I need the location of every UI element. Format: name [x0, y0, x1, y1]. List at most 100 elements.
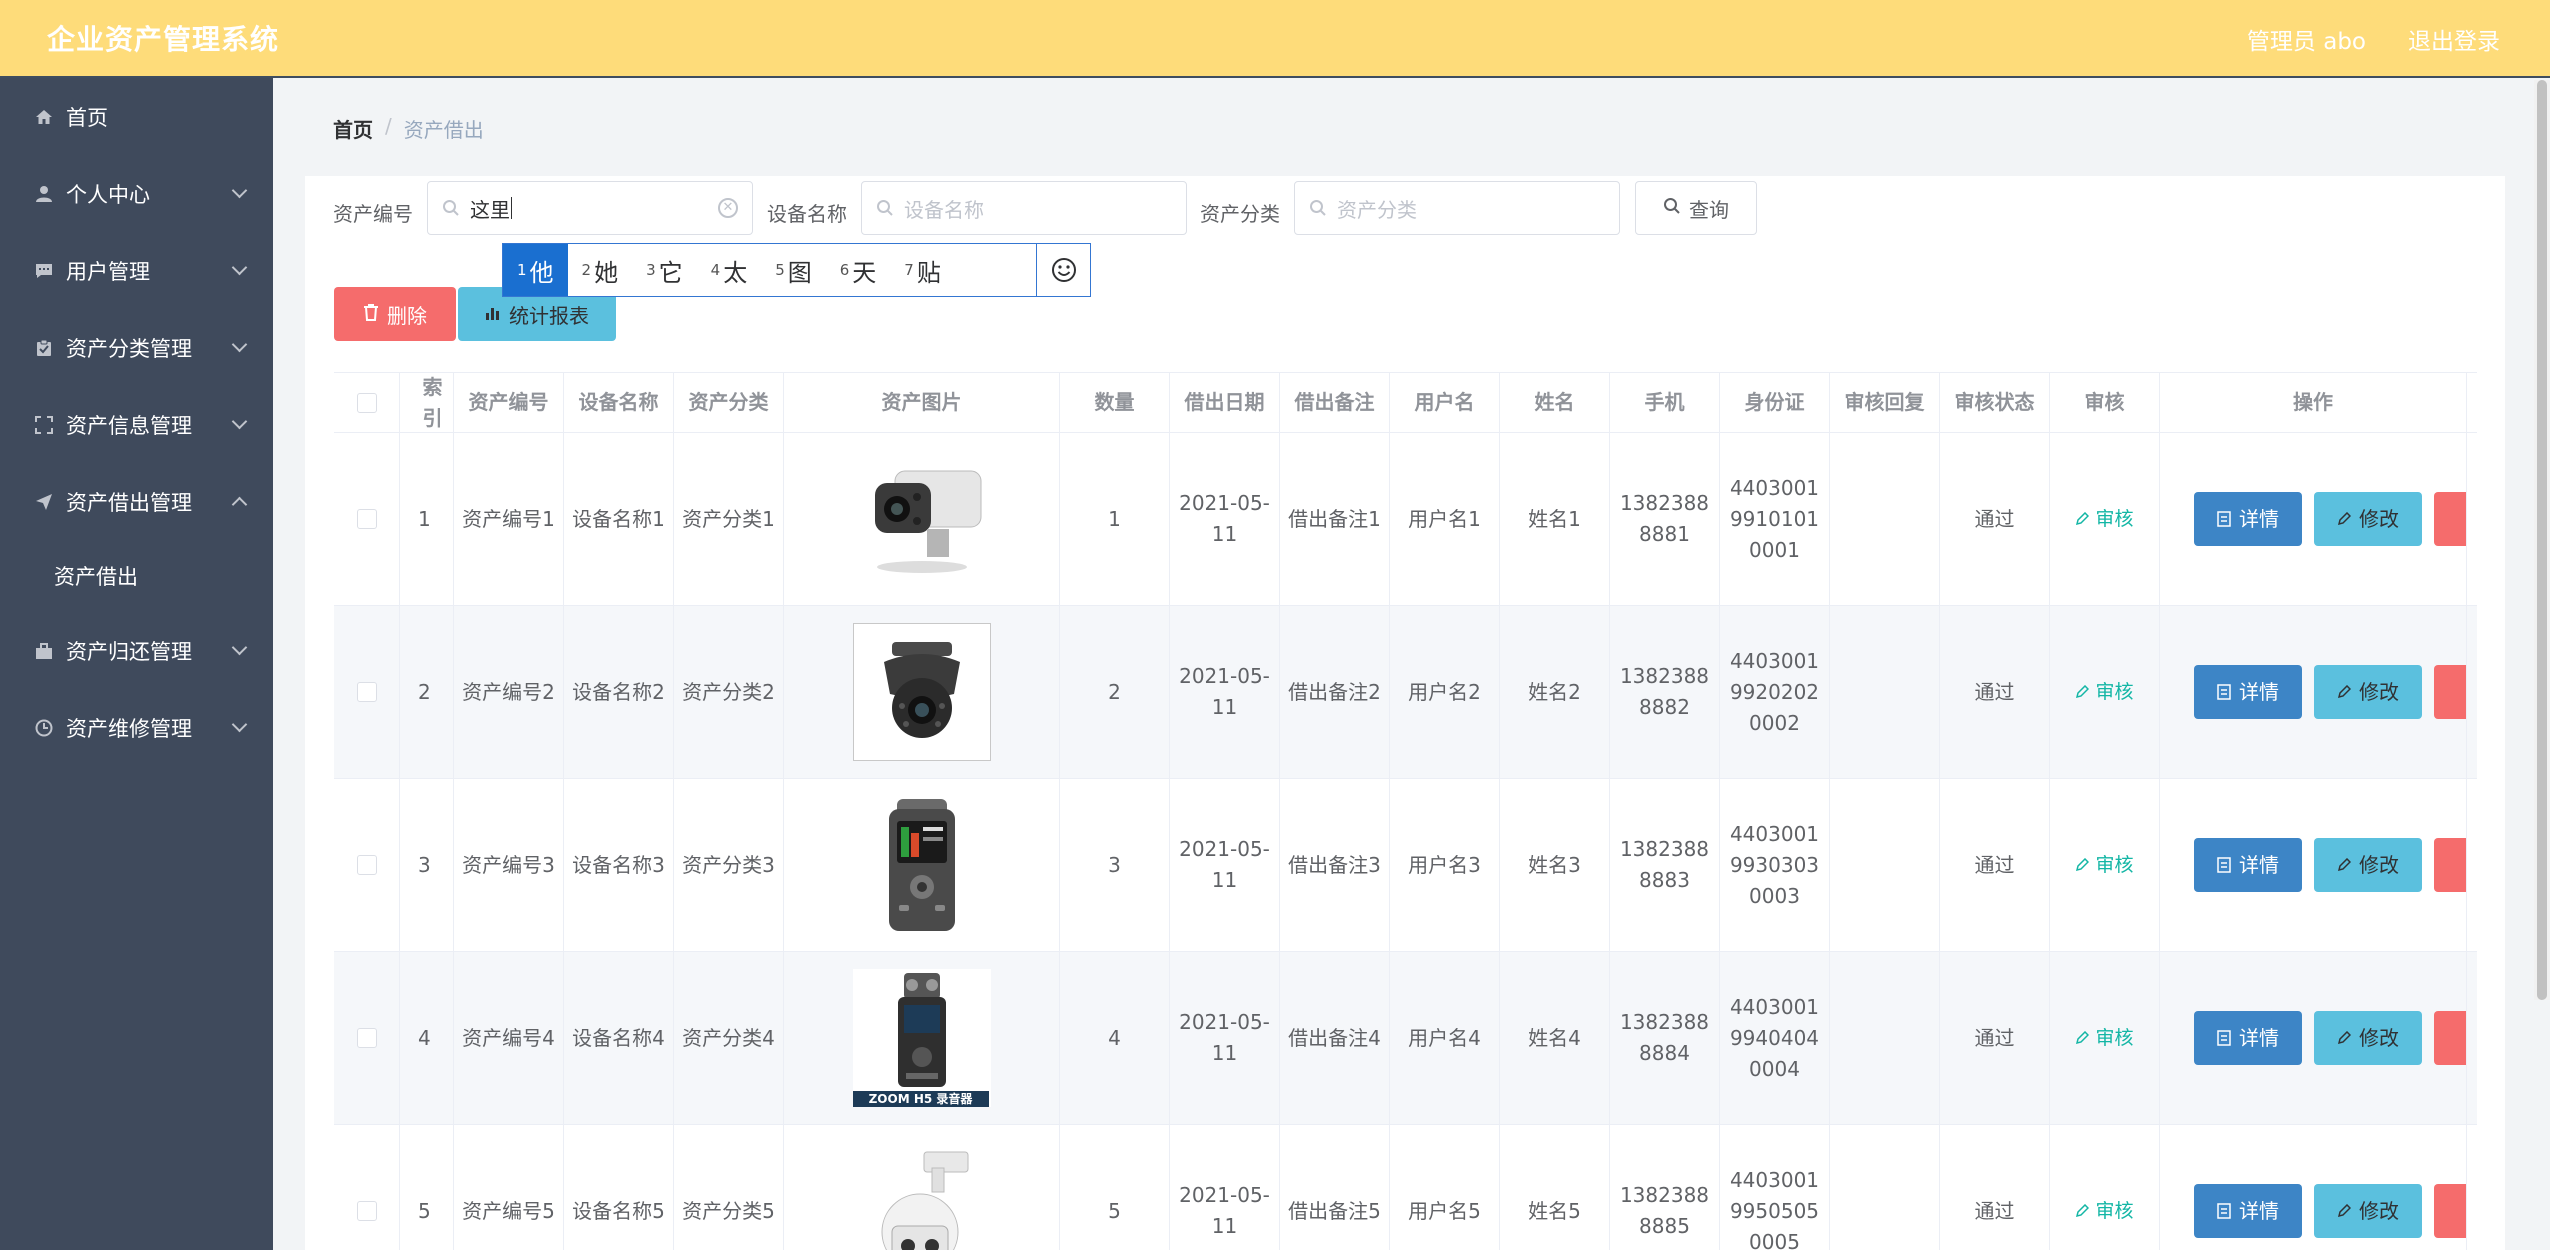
delete-row-button[interactable]: [2434, 838, 2466, 892]
cell-phone: 13823888881: [1610, 433, 1720, 605]
sidebar-item-asset-repair-management[interactable]: 资产维修管理: [0, 689, 273, 766]
logout-link[interactable]: 退出登录: [2408, 22, 2500, 56]
admin-user-label[interactable]: 管理员 abo: [2247, 22, 2366, 56]
edit-button[interactable]: 修改: [2314, 665, 2422, 719]
edit-button[interactable]: 修改: [2314, 1184, 2422, 1238]
zoom-h5-image[interactable]: ZOOM H5 录音器: [852, 969, 991, 1107]
chevron-down-icon: [231, 716, 248, 733]
dome-camera-image[interactable]: [852, 623, 991, 761]
cell-category: 资产分类4: [674, 952, 784, 1124]
ime-candidate[interactable]: 7贴: [890, 244, 955, 296]
cell-asset-image: [784, 779, 1060, 951]
edit-button[interactable]: 修改: [2314, 1011, 2422, 1065]
query-button[interactable]: 查询: [1635, 181, 1757, 235]
scrollbar-thumb[interactable]: [2537, 80, 2547, 1000]
cell-audit-reply: [1830, 952, 1940, 1124]
detail-button[interactable]: 详情: [2194, 492, 2302, 546]
audit-link[interactable]: 审核: [2075, 850, 2134, 881]
sidebar-subitem-asset-lending[interactable]: 资产借出: [0, 540, 273, 612]
cell-lend-note: 借出备注5: [1280, 1125, 1390, 1250]
user-icon: [34, 184, 54, 204]
sidebar-item-user-management[interactable]: 用户管理: [0, 232, 273, 309]
row-select-cell: [334, 433, 400, 605]
ime-candidate[interactable]: 4太: [697, 244, 762, 296]
row-checkbox[interactable]: [356, 682, 377, 702]
sidebar-item-label: 资产归还管理: [66, 639, 192, 664]
delete-row-button[interactable]: [2434, 1011, 2466, 1065]
device-name-input[interactable]: 设备名称: [861, 181, 1187, 235]
sidebar-item-asset-info-management[interactable]: 资产信息管理: [0, 386, 273, 463]
cell-audit: 审核: [2050, 1125, 2160, 1250]
ime-candidate[interactable]: 5图: [761, 244, 826, 296]
bullet-camera-image[interactable]: [853, 450, 991, 588]
table-row: 4 资产编号4 设备名称4 资产分类4 ZOOM H5 录音器 4 2021-0…: [334, 952, 2477, 1125]
query-button-label: 查询: [1689, 197, 1729, 222]
header-quantity: 数量: [1060, 373, 1170, 432]
header-asset-image: 资产图片: [784, 373, 1060, 432]
chevron-down-icon: [231, 182, 248, 199]
delete-row-button[interactable]: [2434, 665, 2466, 719]
device-name-placeholder: 设备名称: [904, 197, 984, 222]
cell-lend-date: 2021-05-11: [1170, 1125, 1280, 1250]
delete-row-button[interactable]: [2434, 492, 2466, 546]
sidebar-item-personal-center[interactable]: 个人中心: [0, 155, 273, 232]
edit-icon: [2076, 858, 2090, 872]
audit-link[interactable]: 审核: [2075, 677, 2134, 708]
emoji-icon[interactable]: [1036, 244, 1090, 296]
sidebar-item-label: 资产分类管理: [66, 336, 192, 361]
ime-candidate[interactable]: 6天: [826, 244, 891, 296]
delete-button[interactable]: 删除: [334, 287, 456, 341]
search-icon: [876, 198, 894, 216]
header-lend-note: 借出备注: [1280, 373, 1390, 432]
edit-button[interactable]: 修改: [2314, 838, 2422, 892]
page-scrollbar[interactable]: [2534, 80, 2550, 1000]
audit-link[interactable]: 审核: [2075, 1196, 2134, 1227]
cell-quantity: 2: [1060, 606, 1170, 778]
category-input[interactable]: 资产分类: [1294, 181, 1620, 235]
sidebar-item-asset-return-management[interactable]: 资产归还管理: [0, 612, 273, 689]
breadcrumb-home[interactable]: 首页: [333, 114, 373, 143]
detail-button[interactable]: 详情: [2194, 1011, 2302, 1065]
chevron-down-icon: [231, 639, 248, 656]
select-all-checkbox[interactable]: [356, 392, 377, 413]
detail-button[interactable]: 详情: [2194, 1184, 2302, 1238]
cell-device-name: 设备名称1: [564, 433, 674, 605]
row-select-cell: [334, 606, 400, 778]
header-device-name: 设备名称: [564, 373, 674, 432]
asset-no-input[interactable]: 这里 ✕: [427, 181, 753, 235]
ime-candidate[interactable]: 2她: [568, 244, 633, 296]
detail-button[interactable]: 详情: [2194, 838, 2302, 892]
sidebar-item-asset-lending-management[interactable]: 资产借出管理: [0, 463, 273, 540]
cell-category: 资产分类2: [674, 606, 784, 778]
audit-link[interactable]: 审核: [2075, 504, 2134, 535]
cell-quantity: 3: [1060, 779, 1170, 951]
delete-row-button[interactable]: [2434, 1184, 2466, 1238]
ime-candidate[interactable]: 3它: [632, 244, 697, 296]
cell-name: 姓名4: [1500, 952, 1610, 1124]
recorder-image[interactable]: [853, 796, 991, 934]
cell-operations: 详情 修改: [2160, 1125, 2467, 1250]
cell-device-name: 设备名称4: [564, 952, 674, 1124]
edit-button[interactable]: 修改: [2314, 492, 2422, 546]
home-icon: [34, 107, 54, 127]
detail-button[interactable]: 详情: [2194, 665, 2302, 719]
cell-asset-no: 资产编号3: [454, 779, 564, 951]
clear-icon[interactable]: ✕: [718, 198, 738, 218]
audit-link[interactable]: 审核: [2075, 1023, 2134, 1054]
row-checkbox[interactable]: [356, 509, 377, 529]
row-checkbox[interactable]: [356, 1201, 377, 1221]
sidebar-item-label: 资产借出管理: [66, 490, 192, 515]
ptz-camera-image[interactable]: [853, 1142, 991, 1250]
bar-chart-icon: [485, 302, 501, 326]
ime-candidate-number: 7: [904, 261, 914, 279]
ime-candidate[interactable]: 1他: [503, 244, 568, 296]
chevron-down-icon: [231, 259, 248, 276]
row-checkbox[interactable]: [356, 855, 377, 875]
table-row: 2 资产编号2 设备名称2 资产分类2 2 2021-05-11 借出备注2 用…: [334, 606, 2477, 779]
sidebar-item-home[interactable]: 首页: [0, 78, 273, 155]
document-icon: [2217, 1030, 2231, 1046]
row-checkbox[interactable]: [356, 1028, 377, 1048]
cell-index: 5: [400, 1125, 454, 1250]
sidebar-item-asset-category-management[interactable]: 资产分类管理: [0, 309, 273, 386]
document-icon: [2217, 1203, 2231, 1219]
